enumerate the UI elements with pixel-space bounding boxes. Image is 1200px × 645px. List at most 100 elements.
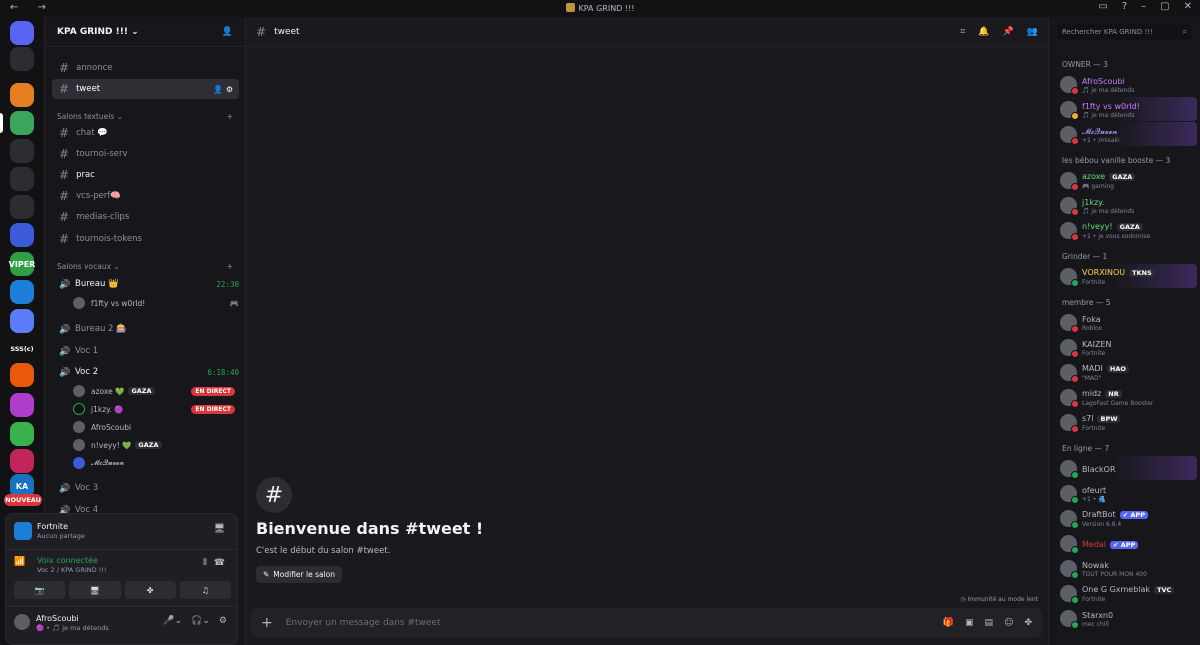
server-icon[interactable] [10, 47, 34, 71]
divider [6, 549, 237, 550]
server-icon[interactable] [10, 309, 34, 333]
add-attachment-icon[interactable]: + [261, 615, 273, 631]
member-row[interactable]: Medal ✔ APP [1057, 531, 1197, 555]
server-icon[interactable] [10, 139, 34, 163]
headphones-icon[interactable]: 🎧⌄ [191, 616, 210, 626]
help-icon[interactable]: ? [1122, 1, 1127, 12]
server-icon[interactable] [10, 111, 34, 135]
server-icon[interactable] [10, 195, 34, 219]
voice-bureau2[interactable]: 🔊 Bureau 2 🎰 [59, 320, 239, 338]
voice-voc2[interactable]: 🔊 Voc 2 6:18:40 [59, 363, 239, 381]
threads-icon[interactable]: ⌗ [960, 27, 965, 37]
member-row[interactable]: n!veyy! GAZA +1 • je vous sodomise [1057, 218, 1197, 242]
member-row[interactable]: midz NR LagoFast Game Booster [1057, 385, 1197, 409]
sticker-icon[interactable]: ▤ [985, 618, 994, 628]
user-name[interactable]: AfroScoubi [36, 614, 79, 623]
member-row[interactable]: j1kzy. 🎵 je ma détends [1057, 193, 1197, 217]
user-avatar[interactable] [14, 614, 30, 630]
member-row[interactable]: Starxn0 mec chill [1057, 606, 1197, 630]
voice-user[interactable]: 𝓜𝓬𝓠𝓾𝓮𝓮𝓷 [73, 455, 239, 471]
member-row[interactable]: BlackOR [1057, 456, 1197, 480]
channel-medias-clips[interactable]: # medias-clips [52, 207, 239, 227]
voice-user[interactable]: azoxe 💚 GAZA EN DIRECT [73, 383, 239, 399]
channel-prac[interactable]: # prac [52, 165, 239, 185]
settings-icon[interactable]: 👤 ⚙ [213, 85, 233, 94]
member-row[interactable]: One G Gxmeblak TVC Fortnite [1057, 581, 1197, 605]
gift-icon[interactable]: 🎁 [943, 618, 954, 628]
stream-button[interactable]: 🖥 [69, 581, 121, 599]
category-voice[interactable]: Salons vocaux ⌄ + [57, 262, 233, 271]
voice-user[interactable]: f1fty vs w0rld! 🎮 [73, 295, 239, 311]
voice-user[interactable]: n!veyy! 💚 GAZA [73, 437, 239, 453]
disconnect-icon[interactable]: ☎ [214, 558, 225, 568]
camera-button[interactable]: 📷 [14, 581, 66, 599]
noise-icon[interactable]: ⦀ [203, 558, 207, 568]
message-input[interactable]: Envoyer un message dans #tweet [286, 618, 441, 628]
member-row[interactable]: ofeurt +1 • 🫂 [1057, 481, 1197, 505]
voice-location[interactable]: Voc 2 / KPA GRIND !!! [37, 566, 107, 574]
member-name-row: DraftBot ✔ APP [1082, 507, 1148, 520]
microphone-icon[interactable]: 🎤⌄ [163, 616, 182, 626]
voice-status[interactable]: Voix connectée [37, 556, 98, 565]
close-icon[interactable]: ✕ [1184, 1, 1192, 12]
pin-icon[interactable]: 📌 [1003, 27, 1014, 37]
voice-user[interactable]: j1kzy. 🟣 EN DIRECT [73, 401, 239, 417]
edit-channel-button[interactable]: ✎ Modifier le salon [256, 566, 343, 583]
member-row[interactable]: f1fty vs w0rld! 🎵 je ma détends [1057, 97, 1197, 121]
channel-hash-icon: # [256, 477, 292, 513]
server-icon[interactable] [10, 280, 34, 304]
member-row[interactable]: AfroScoubi 🎵 je ma détends [1057, 72, 1197, 96]
voice-label: Voc 3 [75, 483, 99, 493]
channel-chat[interactable]: # chat 💬 [52, 123, 239, 143]
message-composer[interactable]: + Envoyer un message dans #tweet 🎁 ▣ ▤ ☺… [251, 608, 1042, 638]
emoji-icon[interactable]: ☺ [1004, 618, 1013, 628]
member-row[interactable]: 𝓜𝓬𝓠𝓾𝓮𝓮𝓷 +1 • /misaki [1057, 122, 1197, 146]
member-row[interactable]: s7l BPW Fortnite [1057, 410, 1197, 434]
voice-bureau[interactable]: 🔊 Bureau 👑 22:30 [59, 275, 239, 293]
server-header[interactable]: KPA GRIND !!! ⌄ 👤 [45, 17, 245, 47]
member-row[interactable]: DraftBot ✔ APP Version 6.8.4 [1057, 506, 1197, 530]
screen-share-icon[interactable]: 🖥 [214, 524, 225, 534]
member-row[interactable]: Nowak TOUT POUR MON 400 [1057, 556, 1197, 580]
voice-user[interactable]: AfroScoubi [73, 419, 239, 435]
voice-voc1[interactable]: 🔊 Voc 1 [59, 342, 239, 360]
channel-tweet[interactable]: # tweet 👤 ⚙ [52, 79, 239, 99]
bell-icon[interactable]: 🔔 [978, 27, 989, 37]
server-icon[interactable]: SSS(c) [10, 337, 34, 361]
soundboard-button[interactable]: ♫ [179, 581, 231, 599]
channel-vcs-perf[interactable]: # vcs-perf🧠 [52, 186, 239, 206]
minimize-icon[interactable]: – [1141, 1, 1146, 12]
activities-button[interactable]: ✤ [124, 581, 176, 599]
server-icon[interactable] [10, 393, 34, 417]
members-icon[interactable]: 👥 [1027, 27, 1038, 37]
channel-tournoi-serv[interactable]: # tournoi-serv [52, 144, 239, 164]
server-icon[interactable] [10, 167, 34, 191]
server-icon[interactable] [10, 449, 34, 473]
member-row[interactable]: azoxe GAZA 🎮 gaming [1057, 168, 1197, 192]
member-row[interactable]: VORXINOU TKNS Fortnite [1057, 264, 1197, 288]
server-icon[interactable] [10, 83, 34, 107]
server-icon[interactable] [10, 21, 34, 45]
add-member-icon[interactable]: 👤 [222, 27, 233, 37]
category-text[interactable]: Salons textuels ⌄ + [57, 112, 233, 121]
add-channel-icon[interactable]: + [227, 262, 233, 271]
apps-icon[interactable]: ✤ [1024, 618, 1032, 628]
member-row[interactable]: MADI HAO "MAD" [1057, 360, 1197, 384]
channel-tournois-tokens[interactable]: # tournois-tokens [52, 229, 239, 249]
member-avatar [1060, 171, 1079, 191]
channel-annonce[interactable]: # annonce [52, 58, 239, 78]
server-icon[interactable] [10, 223, 34, 247]
add-channel-icon[interactable]: + [227, 112, 233, 121]
member-row[interactable]: KAIZEN Fortnite [1057, 335, 1197, 359]
maximize-icon[interactable]: ▢ [1160, 1, 1169, 12]
server-icon[interactable] [10, 363, 34, 387]
member-row[interactable]: Foka Roblox [1057, 310, 1197, 334]
voice-voc3[interactable]: 🔊 Voc 3 [59, 479, 239, 497]
inbox-icon[interactable]: ▭ [1098, 1, 1107, 12]
server-icon[interactable]: VIPER [9, 252, 35, 276]
gif-icon[interactable]: ▣ [965, 618, 974, 628]
search-input[interactable]: Rechercher KPA GRIND !!! ⌕ [1057, 24, 1192, 40]
server-icon[interactable] [10, 422, 34, 446]
guild-tag: GAZA [128, 387, 155, 395]
settings-icon[interactable]: ⚙ [219, 616, 227, 626]
